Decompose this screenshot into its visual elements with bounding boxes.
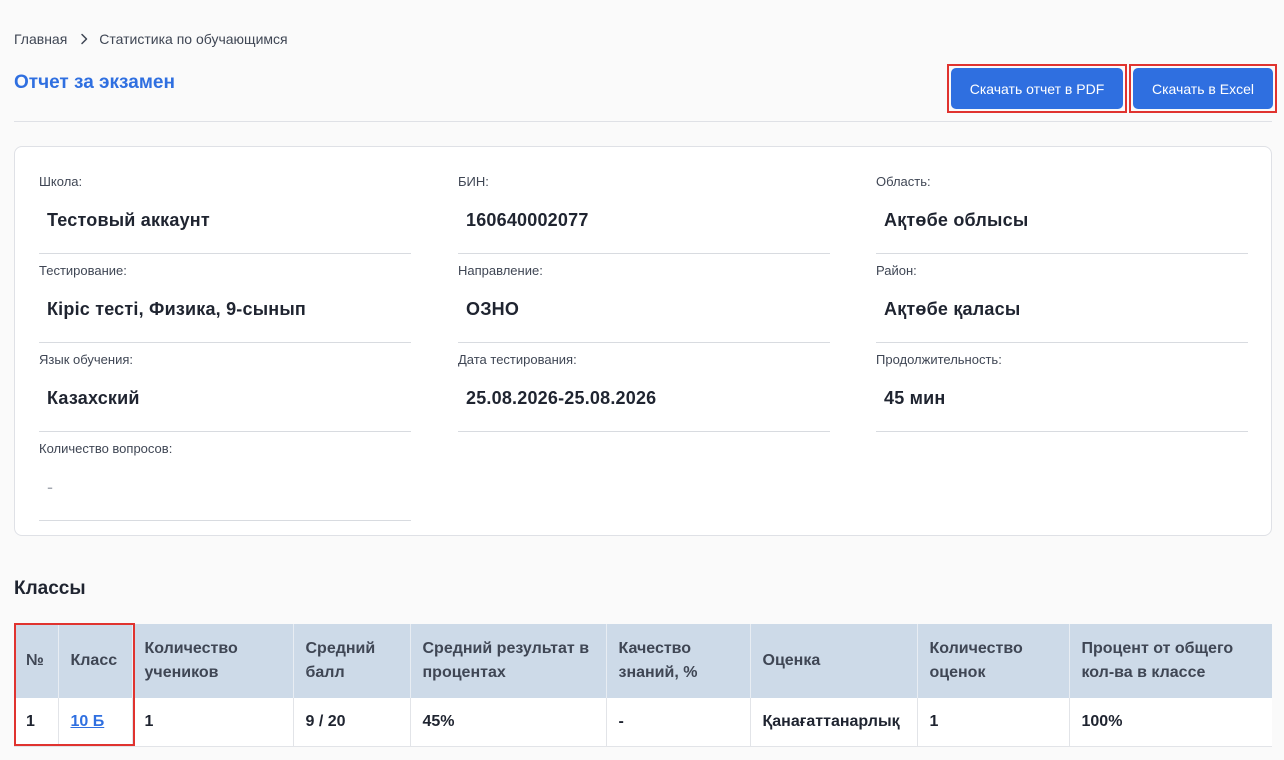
field-duration: Продолжительность: 45 мин (876, 352, 1248, 432)
field-label: Область: (876, 174, 931, 189)
field-label: Тестирование: (39, 263, 127, 278)
table-row: 1 10 Б 1 9 / 20 45% - Қанағаттанарлық 1 … (14, 698, 1272, 747)
field-region: Область: Ақтөбе облысы (876, 174, 1248, 254)
cell-grade: Қанағаттанарлық (749, 698, 917, 747)
field-label: Количество вопросов: (39, 441, 173, 456)
field-value: Казахский (47, 388, 140, 408)
field-label: БИН: (458, 174, 489, 189)
cell-class: 10 Б (57, 698, 132, 747)
cell-percent-total: 100% (1068, 698, 1272, 747)
breadcrumb-current: Статистика по обучающимся (99, 31, 288, 47)
field-value: ОЗНО (466, 299, 520, 319)
cell-grade-count: 1 (916, 698, 1069, 747)
field-underline (876, 253, 1248, 254)
column-header-number[interactable]: № (14, 624, 58, 698)
exam-info-card: Школа: Тестовый аккаунт Тестирование: Кі… (14, 146, 1272, 536)
field-underline (458, 342, 830, 343)
field-direction: Направление: ОЗНО (458, 263, 830, 343)
cell-quality: - (605, 698, 750, 747)
field-value: Ақтөбе облысы (884, 210, 1029, 230)
download-excel-button-highlight: Скачать в Excel (1129, 64, 1277, 113)
column-header-class[interactable]: Класс (57, 624, 132, 698)
cell-number: 1 (14, 698, 58, 747)
field-underline (876, 342, 1248, 343)
download-pdf-button-highlight: Скачать отчет в PDF (947, 64, 1127, 113)
field-underline (458, 253, 830, 254)
breadcrumb: Главная Статистика по обучающимся (14, 31, 288, 47)
field-label: Школа: (39, 174, 83, 189)
field-value: - (47, 477, 54, 497)
download-pdf-button[interactable]: Скачать отчет в PDF (951, 68, 1123, 109)
field-district: Район: Ақтөбе қаласы (876, 263, 1248, 343)
field-underline (458, 431, 830, 432)
field-value: 160640002077 (466, 210, 589, 230)
field-value: Кіріс тесті, Физика, 9-сынып (47, 299, 306, 319)
download-excel-button[interactable]: Скачать в Excel (1133, 68, 1273, 109)
class-link[interactable]: 10 Б (71, 713, 105, 730)
column-header-students[interactable]: Количество учеников (131, 624, 293, 698)
field-value: Ақтөбе қаласы (884, 299, 1021, 319)
column-header-percent-total[interactable]: Процент от общего кол-ва в классе (1068, 624, 1272, 698)
field-value: 25.08.2026-25.08.2026 (466, 388, 657, 408)
breadcrumb-home-link[interactable]: Главная (14, 31, 67, 47)
field-label: Язык обучения: (39, 352, 133, 367)
field-label: Направление: (458, 263, 543, 278)
page-title: Отчет за экзамен (14, 72, 175, 93)
field-bin: БИН: 160640002077 (458, 174, 830, 254)
field-label: Дата тестирования: (458, 352, 577, 367)
header-divider (14, 121, 1272, 122)
cell-students: 1 (131, 698, 293, 747)
field-language: Язык обучения: Казахский (39, 352, 411, 432)
field-testing: Тестирование: Кіріс тесті, Физика, 9-сын… (39, 263, 411, 343)
field-school: Школа: Тестовый аккаунт (39, 174, 411, 254)
field-underline (39, 520, 411, 521)
column-header-grade-count[interactable]: Количество оценок (916, 624, 1069, 698)
column-header-grade[interactable]: Оценка (749, 624, 917, 698)
column-header-quality[interactable]: Качество знаний, % (605, 624, 750, 698)
field-underline (39, 253, 411, 254)
classes-section-title: Классы (14, 578, 86, 599)
field-test-date: Дата тестирования: 25.08.2026-25.08.2026 (458, 352, 830, 432)
chevron-right-icon (79, 33, 89, 45)
field-label: Продолжительность: (876, 352, 1002, 367)
field-underline (39, 342, 411, 343)
field-questions: Количество вопросов: - (39, 441, 411, 521)
cell-avg-percent: 45% (409, 698, 606, 747)
field-underline (876, 431, 1248, 432)
cell-avg-score: 9 / 20 (292, 698, 410, 747)
field-underline (39, 431, 411, 432)
column-header-avg-percent[interactable]: Средний результат в процентах (409, 624, 606, 698)
field-value: Тестовый аккаунт (47, 210, 210, 230)
column-header-avg-score[interactable]: Средний балл (292, 624, 410, 698)
field-label: Район: (876, 263, 917, 278)
classes-table: № Класс Количество учеников Средний балл… (14, 624, 1272, 747)
table-header-row: № Класс Количество учеников Средний балл… (14, 624, 1272, 698)
field-value: 45 мин (884, 388, 946, 408)
